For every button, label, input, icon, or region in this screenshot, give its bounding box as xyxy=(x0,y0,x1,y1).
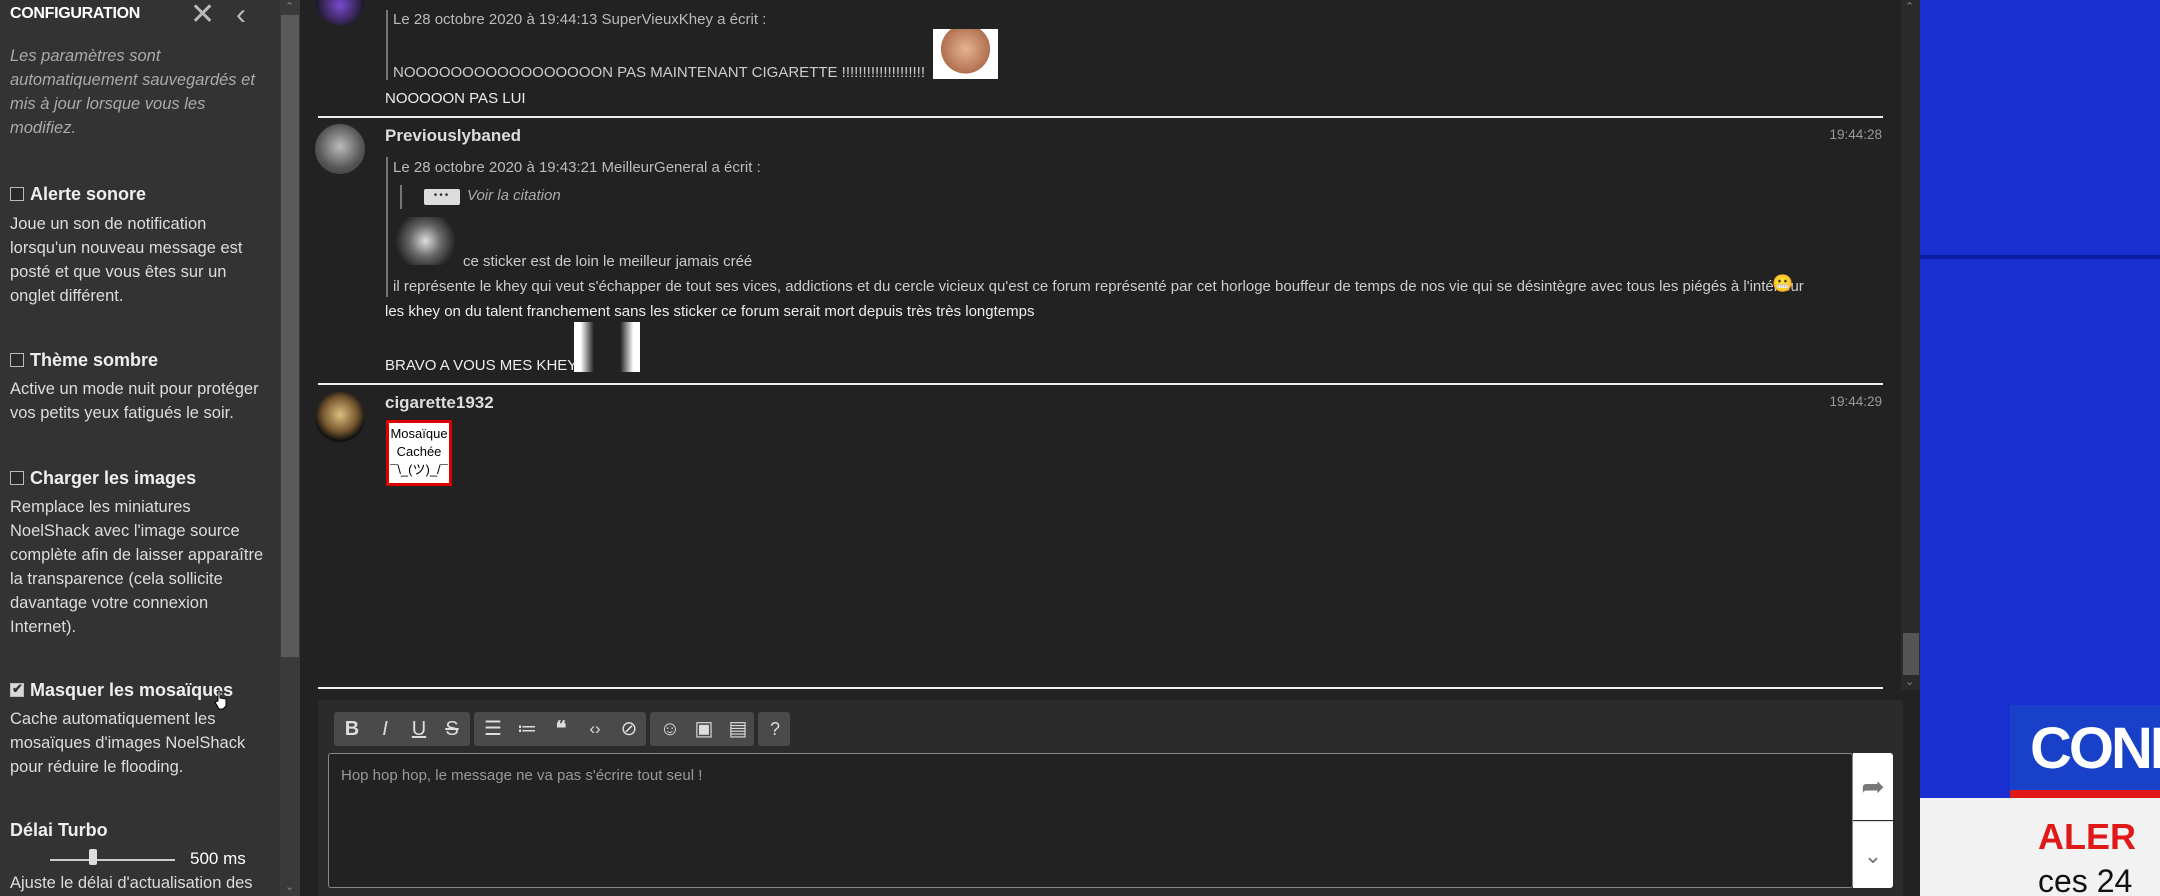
send-button[interactable]: ➦ xyxy=(1853,753,1893,820)
option-title: Masquer les mosaïques xyxy=(30,680,234,700)
option-load-images[interactable]: Charger les images xyxy=(10,468,196,489)
video-stream-panel[interactable]: CONI ALER ces 24 xyxy=(1920,0,2160,896)
bold-icon[interactable]: B xyxy=(337,712,367,746)
option-description: Remplace les miniatures NoelShack avec l… xyxy=(10,498,264,636)
banner-text: CONI xyxy=(2030,716,2160,781)
chevron-left-icon[interactable]: ‹ xyxy=(236,0,246,30)
expand-quote-button[interactable]: ••• xyxy=(424,189,460,205)
image-icon[interactable]: ▣ xyxy=(689,712,719,746)
hidden-mosaic[interactable]: Mosaïque Cachée ¯\_(ツ)_/¯ xyxy=(386,420,452,486)
scroll-up-icon[interactable]: ⌃ xyxy=(285,0,294,13)
turbo-value: 500 ms xyxy=(190,849,246,868)
message-author[interactable]: cigarette1932 xyxy=(385,393,494,413)
sidebar-header: CONFIGURATION ✕ ‹ xyxy=(0,0,268,30)
dark-theme-checkbox[interactable] xyxy=(10,353,24,367)
video-stripe xyxy=(1920,255,2160,259)
avatar[interactable] xyxy=(315,392,365,442)
hide-mosaics-checkbox[interactable] xyxy=(10,681,24,697)
underline-icon[interactable]: U xyxy=(404,712,434,746)
option-hide-mosaics[interactable]: Masquer les mosaïques xyxy=(10,680,233,701)
spoiler-icon[interactable]: ⊘ xyxy=(614,712,644,746)
scroll-up-icon[interactable]: ⌃ xyxy=(1905,0,1914,13)
message-separator xyxy=(318,383,1883,385)
expand-editor-button[interactable]: ⌄ xyxy=(1853,821,1893,888)
chat-bottom-separator xyxy=(318,687,1883,689)
video-red-stripe xyxy=(2010,790,2160,798)
mosaic-shrug: ¯\_(ツ)_/¯ xyxy=(390,462,448,477)
send-arrow-icon: ➦ xyxy=(1861,771,1885,802)
turbo-delay-title: Délai Turbo xyxy=(10,820,108,840)
italic-icon[interactable]: I xyxy=(370,712,400,746)
sidebar-title: CONFIGURATION xyxy=(10,5,141,22)
bullet-list-icon[interactable]: ☰ xyxy=(478,712,508,746)
option-sound-alert[interactable]: Alerte sonore xyxy=(10,184,146,205)
option-description: Joue un son de notification lorsqu'un no… xyxy=(10,215,243,305)
message-text: les khey on du talent franchement sans l… xyxy=(385,303,1035,320)
load-images-checkbox[interactable] xyxy=(10,471,24,485)
turbo-slider-track[interactable] xyxy=(50,859,175,861)
quote-bar xyxy=(386,10,388,80)
quote-bar xyxy=(386,157,388,297)
quote-header: Le 28 octobre 2020 à 19:44:13 SuperVieux… xyxy=(393,11,767,28)
alert-text: ALER xyxy=(2038,816,2136,857)
config-sidebar: CONFIGURATION ✕ ‹ Les paramètres sont au… xyxy=(0,0,280,896)
quote-text: NOOOOOOOOOOOOOOOOON PAS MAINTENANT CIGAR… xyxy=(393,64,926,81)
avatar[interactable] xyxy=(315,124,365,174)
video-icon[interactable]: ▤ xyxy=(723,712,753,746)
sidebar-intro: Les paramètres sont automatiquement sauv… xyxy=(10,47,255,137)
sidebar-scrollbar-thumb[interactable] xyxy=(281,15,299,657)
message-text: NOOOOON PAS LUI xyxy=(385,90,526,107)
message-input-placeholder: Hop hop hop, le message ne va pas s'écri… xyxy=(341,767,703,784)
message-time: 19:44:28 xyxy=(1829,127,1882,142)
hand-cursor-icon xyxy=(214,690,227,710)
option-dark-theme[interactable]: Thème sombre xyxy=(10,350,158,371)
strikethrough-icon[interactable]: S xyxy=(437,712,467,746)
sound-alert-checkbox[interactable] xyxy=(10,187,24,201)
chat-scrollbar[interactable] xyxy=(1901,0,1920,690)
code-icon[interactable]: ‹› xyxy=(580,712,610,746)
numbered-list-icon[interactable]: ≔ xyxy=(512,712,542,746)
chat-scrollbar-thumb[interactable] xyxy=(1903,633,1919,675)
sticker-image[interactable] xyxy=(574,322,640,372)
view-quote-label[interactable]: Voir la citation xyxy=(467,187,561,204)
sticker-image[interactable] xyxy=(933,29,998,79)
option-description: Cache automatiquement les mosaïques d'im… xyxy=(10,710,246,776)
quote-header: Le 28 octobre 2020 à 19:43:21 MeilleurGe… xyxy=(393,159,761,176)
turbo-slider-handle[interactable] xyxy=(89,849,97,865)
mosaic-label: Mosaïque xyxy=(390,426,448,441)
message-time: 19:44:29 xyxy=(1829,394,1882,409)
message-text: BRAVO A VOUS MES KHEY xyxy=(385,357,578,374)
close-icon[interactable]: ✕ xyxy=(190,0,215,30)
turbo-description: Ajuste le délai d'actualisation des xyxy=(10,874,253,892)
chevron-down-icon: ⌄ xyxy=(1863,843,1883,868)
mosaic-label: Cachée xyxy=(396,444,442,459)
emoji-icon[interactable]: ☺ xyxy=(655,712,685,746)
nested-quote-bar xyxy=(400,185,402,209)
option-title: Charger les images xyxy=(30,468,197,488)
message-separator xyxy=(318,116,1883,118)
scroll-down-icon[interactable]: ⌄ xyxy=(285,880,294,893)
clock-sticker-image[interactable] xyxy=(393,217,458,265)
video-banner: CONI xyxy=(2010,705,2160,795)
option-description: Active un mode nuit pour protéger vos pe… xyxy=(10,380,259,422)
video-lower-third: ALER ces 24 xyxy=(1920,798,2160,896)
help-icon[interactable]: ? xyxy=(760,712,790,746)
quote-text: il représente le khey qui veut s'échappe… xyxy=(393,278,1804,295)
chat-area xyxy=(300,0,1920,690)
option-title: Thème sombre xyxy=(30,350,159,370)
quote-text: ce sticker est de loin le meilleur jamai… xyxy=(463,253,753,270)
quote-icon[interactable]: ❝ xyxy=(546,712,576,746)
message-author[interactable]: Previouslybaned xyxy=(385,126,521,146)
emoji-icon: 😬 xyxy=(1772,274,1794,293)
option-title: Alerte sonore xyxy=(30,184,147,204)
scroll-down-icon[interactable]: ⌄ xyxy=(1905,675,1914,688)
subtitle-text: ces 24 xyxy=(2038,863,2133,896)
